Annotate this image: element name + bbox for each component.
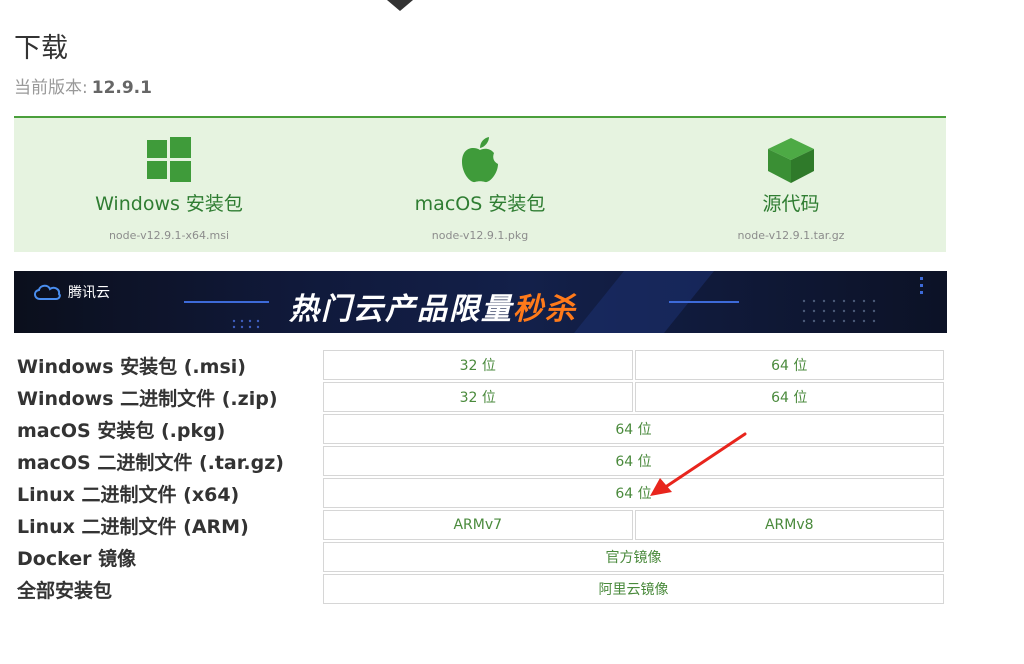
download-windows[interactable]: Windows 安装包 node-v12.9.1-x64.msi: [14, 118, 324, 252]
download-source[interactable]: 源代码 node-v12.9.1.tar.gz: [636, 118, 946, 252]
table-row: Docker 镜像 官方镜像: [16, 542, 944, 572]
download-source-label: 源代码: [762, 193, 820, 215]
version-value: 12.9.1: [91, 78, 152, 98]
table-row: macOS 安装包 (.pkg) 64 位: [16, 414, 944, 444]
tencent-cloud-logo: 腾讯云: [32, 282, 110, 302]
download-macos-label: macOS 安装包: [414, 193, 546, 215]
download-link[interactable]: 64 位: [323, 414, 944, 444]
banner-headline-main: 热门云产品限量: [289, 292, 513, 327]
table-row: Windows 安装包 (.msi) 32 位 64 位: [16, 350, 944, 380]
version-label: 当前版本:: [14, 78, 88, 98]
table-row: Windows 二进制文件 (.zip) 32 位 64 位: [16, 382, 944, 412]
download-link[interactable]: 64 位: [323, 446, 944, 476]
row-label: Linux 二进制文件 (ARM): [17, 515, 249, 538]
box-icon: [766, 136, 816, 189]
row-label: Linux 二进制文件 (x64): [17, 483, 240, 506]
windows-icon: [145, 136, 193, 189]
download-table: Windows 安装包 (.msi) 32 位 64 位 Windows 二进制…: [14, 348, 946, 606]
promo-banner[interactable]: 腾讯云 热门云产品限量秒杀: [14, 271, 947, 333]
red-arrow-annotation: [650, 432, 747, 496]
table-row: macOS 二进制文件 (.tar.gz) 64 位: [16, 446, 944, 476]
download-link[interactable]: 64 位: [634, 350, 944, 380]
dropdown-caret-icon: [387, 0, 413, 11]
row-label: Windows 二进制文件 (.zip): [17, 387, 278, 410]
download-link[interactable]: ARMv8: [634, 510, 944, 540]
row-label: Docker 镜像: [17, 547, 137, 570]
row-label: macOS 安装包 (.pkg): [17, 419, 226, 442]
banner-headline-highlight: 秒杀: [513, 292, 577, 327]
table-row: Linux 二进制文件 (ARM) ARMv7 ARMv8: [16, 510, 944, 540]
page-title: 下载: [14, 33, 68, 64]
row-label: Windows 安装包 (.msi): [17, 355, 246, 378]
banner-headline: 热门云产品限量秒杀: [289, 284, 577, 328]
download-link[interactable]: 32 位: [323, 382, 633, 412]
table-row: 全部安装包 阿里云镜像: [16, 574, 944, 604]
download-panel: Windows 安装包 node-v12.9.1-x64.msi macOS 安…: [14, 116, 946, 252]
current-version: 当前版本: 12.9.1: [14, 73, 152, 98]
download-link[interactable]: 64 位: [634, 382, 944, 412]
apple-icon: [458, 136, 502, 189]
cloud-icon: [34, 284, 61, 300]
row-label: 全部安装包: [17, 579, 113, 602]
download-link[interactable]: ARMv7: [323, 510, 633, 540]
download-link[interactable]: 阿里云镜像: [323, 574, 944, 604]
download-source-file: node-v12.9.1.tar.gz: [737, 229, 845, 242]
download-windows-file: node-v12.9.1-x64.msi: [108, 229, 230, 242]
download-link[interactable]: 官方镜像: [323, 542, 944, 572]
tencent-cloud-brand: 腾讯云: [68, 285, 110, 301]
row-label: macOS 二进制文件 (.tar.gz): [17, 451, 284, 474]
download-macos-file: node-v12.9.1.pkg: [431, 229, 529, 242]
download-link[interactable]: 32 位: [323, 350, 633, 380]
download-macos[interactable]: macOS 安装包 node-v12.9.1.pkg: [325, 118, 635, 252]
download-link[interactable]: 64 位: [323, 478, 944, 508]
download-windows-label: Windows 安装包: [95, 193, 243, 215]
table-row: Linux 二进制文件 (x64) 64 位: [16, 478, 944, 508]
